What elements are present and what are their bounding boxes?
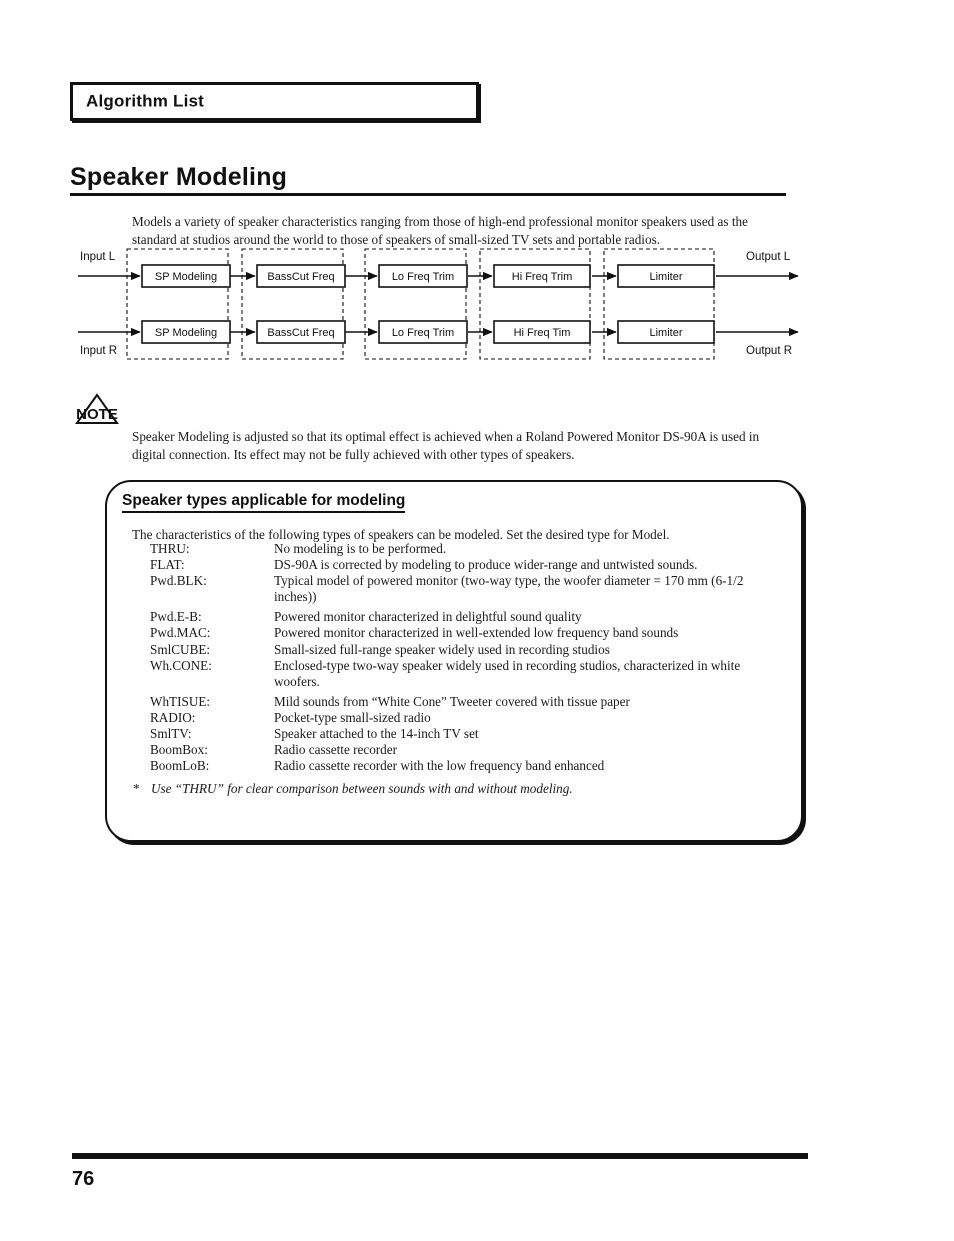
speaker-type-description: DS-90A is corrected by modeling to produ… [274, 557, 698, 573]
section-intro-paragraph: Models a variety of speaker characterist… [132, 214, 748, 247]
list-item: BoomLoB: Radio cassette recorder with th… [150, 758, 775, 774]
footnote-marker: * [133, 781, 140, 796]
diagram-input-right-label: Input R [80, 345, 117, 357]
diagram-block-bottom-1: SP Modeling [155, 327, 217, 339]
speaker-type-description: Radio cassette recorder [274, 742, 398, 758]
speaker-types-list: THRU: No modeling is to be performed. FL… [150, 541, 775, 774]
list-item: SmlCUBE: Small-sized full-range speaker … [150, 642, 775, 658]
diagram-block-top-1: SP Modeling [155, 271, 217, 283]
speaker-type-term: BoomLoB: [150, 758, 210, 774]
note-text: Speaker Modeling is adjusted so that its… [132, 429, 760, 463]
algorithm-list-header-box: Algorithm List [70, 82, 479, 121]
speaker-type-term: BoomBox: [150, 742, 208, 758]
list-item: THRU: No modeling is to be performed. [150, 541, 775, 557]
algorithm-list-label: Algorithm List [86, 91, 205, 111]
speaker-type-description: Small-sized full-range speaker widely us… [274, 641, 610, 657]
diagram-block-bottom-4: Hi Freq Tim [514, 327, 571, 339]
speaker-type-term: Pwd.MAC: [150, 625, 211, 641]
speaker-type-term: Pwd.E-B: [150, 609, 202, 625]
list-item: Wh.CONE: Enclosed-type two-way speaker w… [150, 658, 775, 690]
speaker-type-description: Radio cassette recorder with the low fre… [274, 758, 605, 774]
diagram-block-bottom-2: BassCut Freq [267, 327, 334, 339]
svg-text:NOTE: NOTE [76, 406, 118, 423]
diagram-output-left-label: Output L [746, 251, 791, 263]
note-icon: NOTE [74, 392, 120, 428]
speaker-type-term: SmlCUBE: [150, 641, 211, 657]
diagram-block-bottom-5: Limiter [649, 327, 682, 339]
diagram-block-top-2: BassCut Freq [267, 271, 334, 283]
speaker-type-description: Pocket-type small-sized radio [274, 709, 431, 725]
speaker-type-description: Speaker attached to the 14-inch TV set [274, 726, 479, 742]
speaker-type-description: Typical model of powered monitor (two-wa… [274, 573, 744, 605]
speaker-type-description: Powered monitor characterized in delight… [274, 609, 582, 625]
speaker-type-description: No modeling is to be performed. [274, 541, 447, 556]
list-item: BoomBox: Radio cassette recorder [150, 742, 775, 758]
diagram-output-right-label: Output R [746, 345, 792, 357]
speaker-types-heading: Speaker types applicable for modeling [122, 492, 406, 513]
speaker-type-term: SmlTV: [150, 726, 192, 742]
speaker-type-description: Powered monitor characterized in well-ex… [274, 625, 679, 641]
speaker-type-description: Mild sounds from “White Cone” Tweeter co… [274, 693, 630, 709]
speaker-type-term: Pwd.BLK: [150, 573, 207, 589]
list-item: SmlTV: Speaker attached to the 14-inch T… [150, 726, 775, 742]
diagram-block-bottom-3: Lo Freq Trim [392, 327, 454, 339]
page-number: 76 [72, 1168, 95, 1190]
speaker-type-term: Wh.CONE: [150, 657, 212, 673]
footnote-text: Use “THRU” for clear comparison between … [151, 781, 573, 796]
list-item: Pwd.E-B: Powered monitor characterized i… [150, 609, 775, 625]
speaker-type-term: THRU: [150, 541, 190, 556]
diagram-block-top-3: Lo Freq Trim [392, 271, 454, 283]
footer-rule [72, 1153, 808, 1159]
diagram-block-top-4: Hi Freq Trim [512, 271, 573, 283]
speaker-type-term: WhTISUE: [150, 693, 211, 709]
diagram-input-left-label: Input L [80, 251, 116, 263]
speaker-types-footnote: * Use “THRU” for clear comparison betwee… [133, 780, 773, 797]
list-item: Pwd.BLK: Typical model of powered monito… [150, 573, 775, 605]
speaker-type-term: RADIO: [150, 709, 196, 725]
speaker-type-term: FLAT: [150, 557, 185, 573]
speaker-type-description: Enclosed-type two-way speaker widely use… [274, 657, 741, 689]
signal-flow-diagram: Input L Input R Output L Output R SP Mod… [70, 246, 870, 364]
list-item: FLAT: DS-90A is corrected by modeling to… [150, 557, 775, 573]
page-title: Speaker Modeling [70, 163, 288, 191]
list-item: RADIO: Pocket-type small-sized radio [150, 710, 775, 726]
section-title-rule [70, 193, 786, 196]
list-item: WhTISUE: Mild sounds from “White Cone” T… [150, 694, 775, 710]
list-item: Pwd.MAC: Powered monitor characterized i… [150, 625, 775, 641]
diagram-block-top-5: Limiter [649, 271, 682, 283]
